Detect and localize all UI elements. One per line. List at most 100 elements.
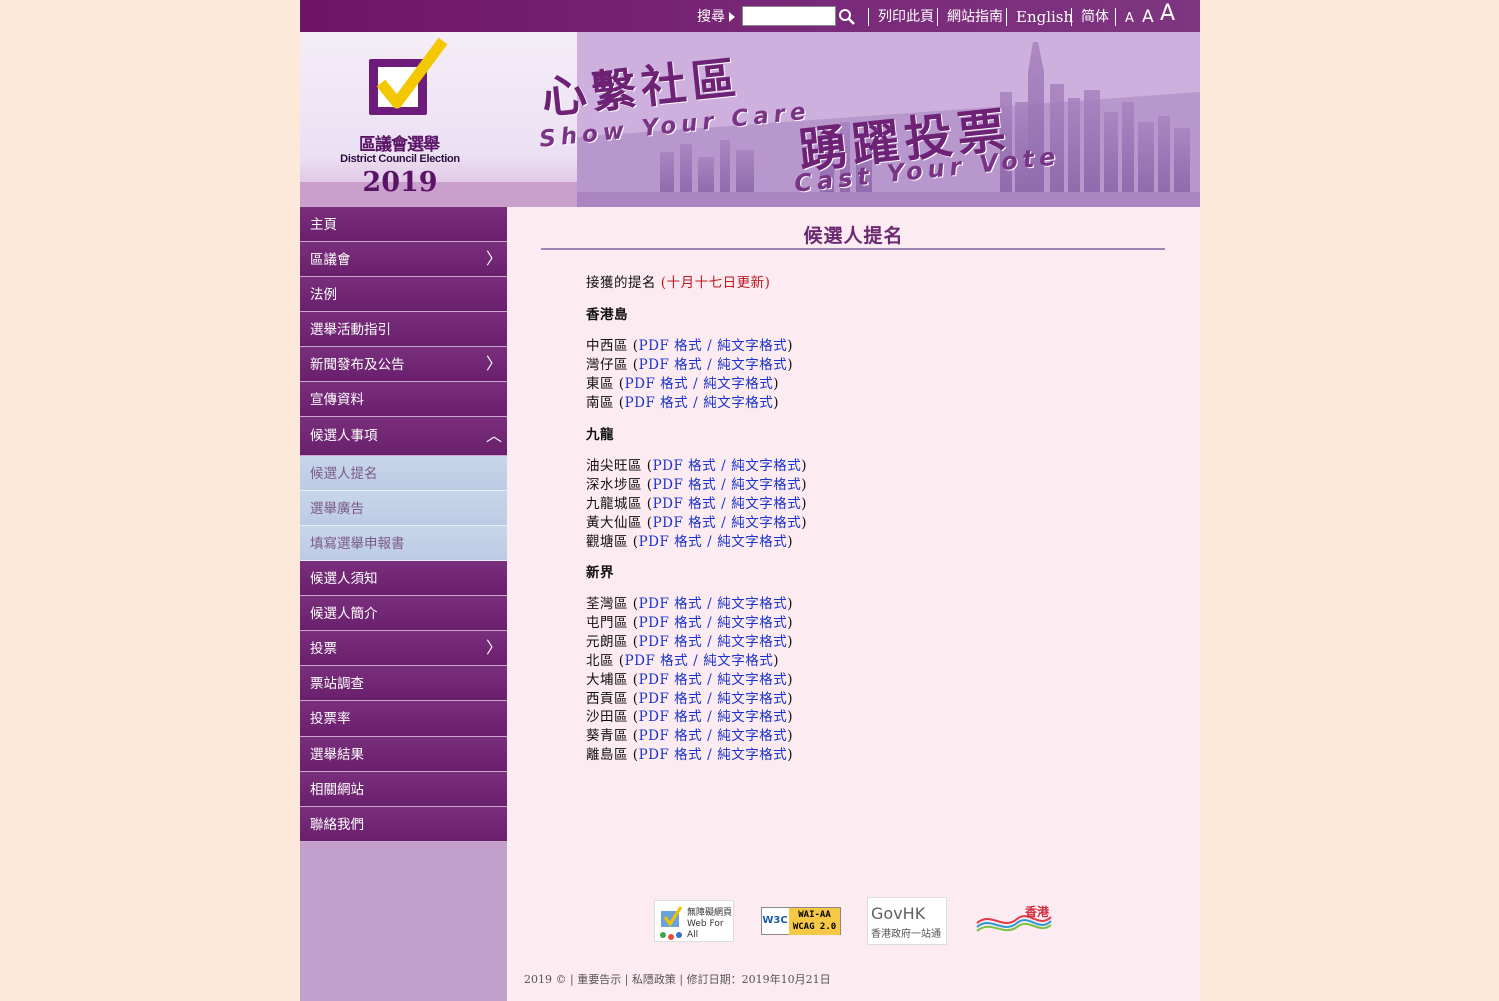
text-format-link[interactable]: 純文字格式 — [717, 728, 787, 744]
sidebar-item-home[interactable]: 主頁 — [300, 207, 507, 242]
district-row: 灣仔區 (PDF 格式 / 純文字格式) — [586, 356, 793, 373]
pdf-format-link[interactable]: PDF 格式 — [639, 615, 703, 631]
sidebar-item-election-guidelines[interactable]: 選舉活動指引 — [300, 312, 507, 347]
district-row: 中西區 (PDF 格式 / 純文字格式) — [586, 338, 793, 354]
text-format-link[interactable]: 純文字格式 — [717, 338, 787, 354]
region-heading: 香港島 — [586, 307, 628, 323]
pdf-format-link[interactable]: PDF 格式 — [625, 653, 689, 669]
sidebar-item-candidate-matters[interactable]: 候選人事項 ︿ — [300, 417, 507, 456]
district-name: 油尖旺區 — [586, 458, 642, 474]
pdf-format-link[interactable]: PDF 格式 — [625, 376, 689, 392]
copyright: 2019 © — [524, 973, 567, 986]
district-name: 元朗區 — [586, 633, 628, 650]
sidebar-item-label: 法例 — [310, 287, 337, 303]
district-row: 西貢區 (PDF 格式 / 純文字格式) — [586, 690, 793, 707]
sub-item-nominations[interactable]: 候選人提名 — [300, 456, 507, 491]
top-bar: 搜尋 列印此頁 網站指南 English 简体 A A A — [300, 0, 1200, 32]
pdf-format-link[interactable]: PDF 格式 — [639, 709, 703, 725]
sidebar-item-label: 選舉活動指引 — [310, 322, 391, 338]
english-link[interactable]: English — [1016, 0, 1073, 32]
text-format-link[interactable]: 純文字格式 — [717, 634, 787, 650]
text-format-link[interactable]: 純文字格式 — [717, 672, 787, 688]
sidebar-item-exit-polls[interactable]: 票站調查 — [300, 666, 507, 701]
sidebar-item-legislation[interactable]: 法例 — [300, 277, 507, 312]
govhk-chinese-text: 香港政府一站通 — [871, 929, 941, 940]
sidebar-item-publicity[interactable]: 宣傳資料 — [300, 382, 507, 417]
text-format-link[interactable]: 純文字格式 — [717, 534, 787, 550]
sub-item-election-returns[interactable]: 填寫選舉申報書 — [300, 526, 507, 561]
pdf-format-link[interactable]: PDF 格式 — [639, 728, 703, 744]
sidebar-item-label: 票站調查 — [310, 676, 364, 692]
sidebar-item-candidate-profiles[interactable]: 候選人簡介 — [300, 596, 507, 631]
link-separator: / — [707, 709, 713, 726]
sidebar-item-candidate-notes[interactable]: 候選人須知 — [300, 561, 507, 596]
pdf-format-link[interactable]: PDF 格式 — [653, 458, 717, 474]
text-format-link[interactable]: 純文字格式 — [731, 477, 801, 493]
nominations-intro: 接獲的提名 (十月十七日更新) — [586, 271, 770, 291]
pdf-format-link[interactable]: PDF 格式 — [653, 496, 717, 512]
pdf-format-link[interactable]: PDF 格式 — [653, 515, 717, 531]
govhk-text: GovHK — [871, 904, 926, 923]
pdf-format-link[interactable]: PDF 格式 — [653, 477, 717, 493]
font-size-medium-button[interactable]: A — [1142, 0, 1154, 32]
privacy-policy-link[interactable]: 私隱政策 — [632, 973, 676, 986]
simplified-chinese-link[interactable]: 简体 — [1081, 0, 1109, 32]
web-for-all-icon — [660, 906, 683, 940]
text-format-link[interactable]: 純文字格式 — [731, 496, 801, 512]
text-format-link[interactable]: 純文字格式 — [731, 458, 801, 474]
sidebar-item-district-council[interactable]: 區議會 〉 — [300, 242, 507, 277]
divider — [1115, 8, 1116, 26]
chevron-right-icon: 〉 — [486, 638, 503, 657]
district-row: 黃大仙區 (PDF 格式 / 純文字格式) — [586, 514, 807, 531]
sub-item-label: 填寫選舉申報書 — [310, 536, 405, 552]
pdf-format-link[interactable]: PDF 格式 — [639, 357, 703, 373]
pdf-format-link[interactable]: PDF 格式 — [639, 596, 703, 612]
pdf-format-link[interactable]: PDF 格式 — [639, 534, 703, 550]
pdf-format-link[interactable]: PDF 格式 — [639, 672, 703, 688]
text-format-link[interactable]: 純文字格式 — [703, 653, 773, 669]
web-for-all-logo[interactable]: 無障礙網頁 Web For All — [654, 900, 734, 942]
text-format-link[interactable]: 純文字格式 — [703, 376, 773, 392]
text-format-link[interactable]: 純文字格式 — [717, 709, 787, 725]
sidebar-item-results[interactable]: 選舉結果 — [300, 737, 507, 772]
wcag-logo[interactable]: W3C WAI-AA WCAG 2.0 — [761, 907, 841, 935]
web-for-all-text: 無障礙網頁 Web For All — [687, 908, 733, 940]
pdf-format-link[interactable]: PDF 格式 — [625, 395, 689, 411]
district-row: 屯門區 (PDF 格式 / 純文字格式) — [586, 614, 793, 631]
text-format-link[interactable]: 純文字格式 — [703, 395, 773, 411]
sidebar-item-voting[interactable]: 投票 〉 — [300, 631, 507, 666]
text-format-link[interactable]: 純文字格式 — [717, 357, 787, 373]
sidebar-item-turnout[interactable]: 投票率 — [300, 701, 507, 737]
sidebar-item-press-releases[interactable]: 新聞發布及公告 〉 — [300, 347, 507, 382]
text-format-link[interactable]: 純文字格式 — [731, 515, 801, 531]
link-separator: / — [693, 375, 699, 392]
sidebar-item-related-links[interactable]: 相關網站 — [300, 772, 507, 807]
sidebar-item-label: 宣傳資料 — [310, 392, 364, 408]
sidebar-item-label: 選舉結果 — [310, 747, 364, 763]
sub-item-election-ads[interactable]: 選舉廣告 — [300, 491, 507, 526]
search-input[interactable] — [742, 6, 836, 26]
district-name: 深水埗區 — [586, 476, 642, 493]
link-separator: / — [707, 671, 713, 688]
search-icon[interactable] — [838, 8, 856, 26]
text-format-link[interactable]: 純文字格式 — [717, 615, 787, 631]
pdf-format-link[interactable]: PDF 格式 — [639, 338, 703, 354]
important-notices-link[interactable]: 重要告示 — [577, 973, 621, 986]
sub-item-label: 選舉廣告 — [310, 501, 364, 517]
link-separator: / — [693, 652, 699, 669]
text-format-link[interactable]: 純文字格式 — [717, 596, 787, 612]
font-size-small-button[interactable]: A — [1125, 2, 1134, 34]
font-size-large-button[interactable]: A — [1160, 0, 1175, 29]
sidebar-item-label: 候選人事項 — [310, 428, 378, 444]
text-format-link[interactable]: 純文字格式 — [717, 691, 787, 707]
pdf-format-link[interactable]: PDF 格式 — [639, 634, 703, 650]
sidebar-item-contact-us[interactable]: 聯絡我們 — [300, 807, 507, 842]
pdf-format-link[interactable]: PDF 格式 — [639, 747, 703, 763]
govhk-logo[interactable]: GovHK 香港政府一站通 — [867, 897, 947, 945]
sitemap-link[interactable]: 網站指南 — [947, 0, 1003, 32]
print-page-link[interactable]: 列印此頁 — [878, 0, 934, 32]
pdf-format-link[interactable]: PDF 格式 — [639, 691, 703, 707]
link-separator: / — [707, 356, 713, 373]
text-format-link[interactable]: 純文字格式 — [717, 747, 787, 763]
brand-hong-kong-logo[interactable]: 香港 — [973, 903, 1053, 937]
